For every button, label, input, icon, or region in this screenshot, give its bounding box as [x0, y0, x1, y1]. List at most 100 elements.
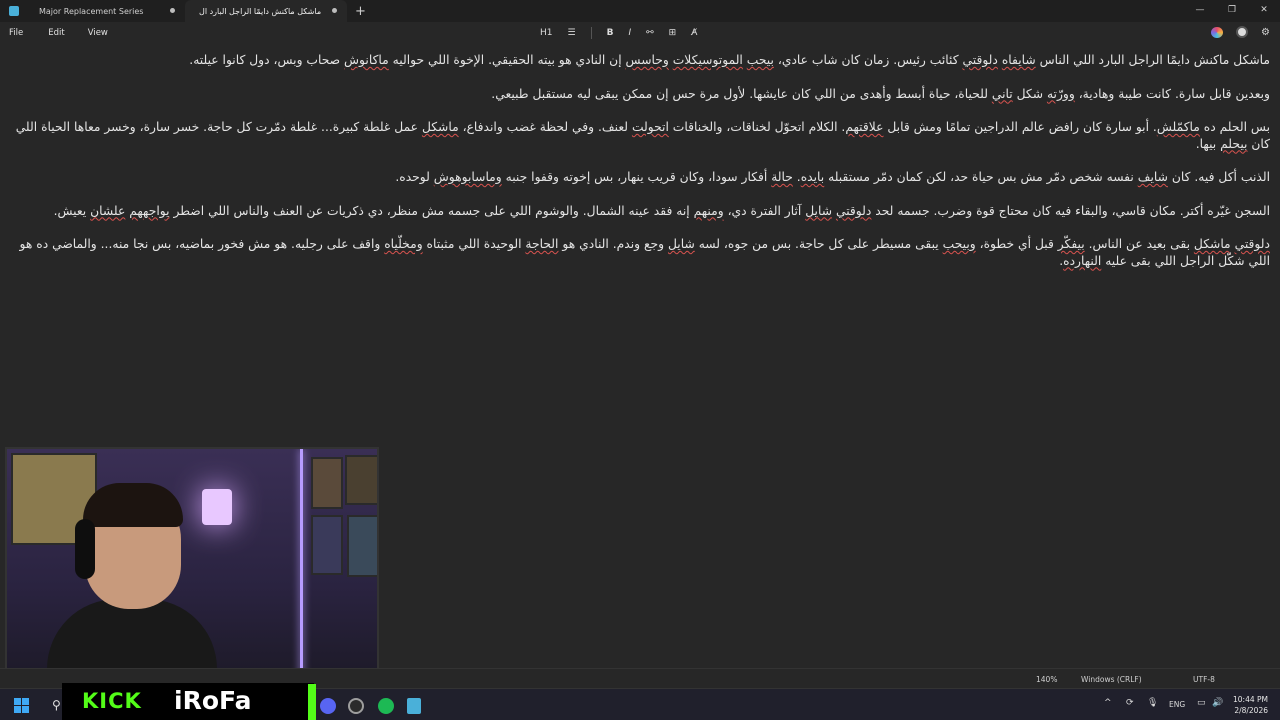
- spellcheck-flagged-word: النهارده: [1063, 253, 1102, 268]
- webcam-overlay: [5, 447, 379, 680]
- list-dropdown-icon[interactable]: ☰: [568, 28, 576, 38]
- spellcheck-flagged-word: وماسابوهوش: [433, 170, 502, 184]
- microphone-icon[interactable]: 🎙: [1147, 698, 1158, 708]
- volume-icon[interactable]: 🔊: [1212, 698, 1223, 708]
- unsaved-dot-icon[interactable]: [332, 8, 337, 13]
- title-bar: Major Replacement Series ماشكل ماكنش داي…: [0, 0, 1280, 22]
- tab-label: Major Replacement Series: [39, 6, 144, 16]
- spellcheck-flagged-word: بيفكّر: [1057, 237, 1085, 251]
- paragraph-text: صحاب وبس، دول كانوا عيلته.: [189, 53, 345, 67]
- unsaved-dot-icon[interactable]: [170, 8, 175, 13]
- show-hidden-icons[interactable]: ^: [1104, 698, 1112, 708]
- account-avatar-icon[interactable]: [1236, 26, 1249, 38]
- poster-image: [347, 515, 377, 577]
- document-paragraph[interactable]: بس الحلم ده ماكمّلش. أبو سارة كان رافض ع…: [8, 119, 1270, 152]
- spellcheck-flagged-word: علاقتهم: [845, 120, 884, 134]
- poster-image: [345, 455, 377, 505]
- system-clock[interactable]: 10:44 PM 2/8/2026: [1233, 694, 1268, 716]
- spellcheck-flagged-word: بايده: [800, 170, 825, 184]
- spellcheck-flagged-word: ماشكل: [421, 120, 459, 134]
- paragraph-text: بيها.: [1195, 136, 1221, 151]
- kick-logo: KICK: [82, 689, 142, 713]
- paragraph-text: بقى بعيد عن الناس.: [1084, 237, 1194, 251]
- paragraph-text: وبعدين قابل سارة. كانت طيبة وهادية،: [1074, 86, 1270, 101]
- bold-button[interactable]: B: [607, 28, 614, 38]
- toolbar-divider: [590, 26, 592, 39]
- search-icon[interactable]: ⚲: [52, 698, 61, 712]
- tab-major-replacement-series[interactable]: Major Replacement Series: [25, 0, 185, 22]
- right-tools: ⚙: [1211, 26, 1270, 38]
- paragraph-text: نفسه شخص دمّر مش بس حياة حد، لكن كمان دم…: [824, 170, 1138, 184]
- document-paragraph[interactable]: دلوقتي ماشكل بقى بعيد عن الناس. بيفكّر ق…: [8, 236, 1270, 269]
- zoom-level[interactable]: 140%: [1036, 675, 1057, 684]
- paragraph-text: يبقى مسيطر على كل حاجة. بس من جوه، لسه: [694, 237, 943, 251]
- spellcheck-flagged-word: تاني: [991, 86, 1013, 101]
- paragraph-text: ماشكل ماكنش دايمًا الراجل البارد اللي ال…: [1035, 53, 1270, 67]
- streamer: [47, 479, 217, 678]
- paragraph-text: شكل: [1012, 86, 1047, 101]
- document-paragraph[interactable]: السجن غيّره أكتر. مكان قاسي، والبقاء فيه…: [8, 203, 1270, 220]
- poster-image: [311, 457, 343, 509]
- streamer-hair: [83, 483, 183, 527]
- encoding[interactable]: UTF-8: [1193, 675, 1215, 684]
- paragraph-text: الوحيدة اللي مثبتاه: [422, 237, 526, 251]
- poster-image: [311, 515, 343, 575]
- spellcheck-flagged-word: ومنهم: [693, 203, 724, 218]
- paragraph-text: أفكار سودا، وكان قريب ينهار، بس إخوته وق…: [501, 170, 772, 184]
- paragraph-text: كئائب رئيس. زمان كان شاب عادي،: [773, 53, 963, 67]
- paragraph-text: إن النادي هو بيته الحقيقي. الإخوة اللي ح…: [388, 53, 626, 67]
- spellcheck-flagged-word: اتحولت: [631, 120, 669, 134]
- stream-brand-overlay: KICK iRoFa: [62, 683, 314, 720]
- close-button[interactable]: ✕: [1248, 0, 1280, 22]
- menu-view[interactable]: View: [88, 28, 108, 38]
- copilot-icon[interactable]: [1211, 26, 1224, 38]
- led-strip: [300, 449, 303, 678]
- maximize-button[interactable]: ❐: [1216, 0, 1248, 22]
- paragraph-text: لعنف. وفي لحظة غضب واندفاع،: [458, 120, 632, 134]
- menu-edit[interactable]: Edit: [48, 28, 64, 38]
- streamer-name: iRoFa: [174, 686, 252, 715]
- spellcheck-flagged-word: ومخلّياه: [384, 237, 423, 251]
- paragraph-text: للحياة، حياة أبسط وأهدى من اللي كان عايش…: [491, 86, 992, 101]
- spellcheck-flagged-word: دلوقتي: [835, 203, 872, 218]
- screen-icon[interactable]: ▭: [1197, 698, 1206, 708]
- settings-gear-icon[interactable]: ⚙: [1261, 27, 1270, 38]
- heading-dropdown[interactable]: H1: [540, 28, 553, 38]
- document-editor[interactable]: ماشكل ماكنش دايمًا الراجل البارد اللي ال…: [8, 52, 1270, 286]
- table-icon[interactable]: ⊞: [669, 28, 677, 38]
- clock-time: 10:44 PM: [1233, 695, 1268, 704]
- paragraph-text: . أبو سارة كان رافض عالم الدراجين تمامًا…: [883, 120, 1157, 134]
- new-tab-button[interactable]: +: [355, 4, 366, 19]
- tab-active-document[interactable]: ماشكل ماكنش دايمًا الراجل البارد ال: [185, 0, 347, 22]
- obs-icon[interactable]: [348, 698, 364, 714]
- spellcheck-flagged-word: يواجههم: [129, 203, 170, 218]
- italic-button[interactable]: I: [628, 28, 631, 38]
- document-paragraph[interactable]: الذنب أكل فيه. كان شايف نفسه شخص دمّر مش…: [8, 169, 1270, 186]
- spellcheck-flagged-word: بيحلم: [1220, 136, 1248, 151]
- spellcheck-flagged-word: شايف: [1137, 170, 1168, 184]
- windows-start-icon[interactable]: [14, 698, 29, 713]
- line-endings[interactable]: Windows (CRLF): [1081, 675, 1142, 684]
- paragraph-text: .: [792, 170, 801, 184]
- spellcheck-flagged-word: شايفاه: [1001, 53, 1036, 67]
- document-paragraph[interactable]: وبعدين قابل سارة. كانت طيبة وهادية، وورّ…: [8, 86, 1270, 103]
- spotify-icon[interactable]: [378, 698, 394, 714]
- spellcheck-flagged-word: دلوقتي: [1234, 237, 1270, 251]
- paragraph-text: يعيش.: [53, 203, 91, 218]
- spellcheck-flagged-word: حالة: [771, 170, 793, 184]
- spellcheck-flagged-word: وبيحب: [942, 237, 976, 251]
- spellcheck-flagged-word: ماكمّلش: [1156, 120, 1200, 134]
- document-paragraph[interactable]: ماشكل ماكنش دايمًا الراجل البارد اللي ال…: [8, 52, 1270, 69]
- clock-date: 2/8/2026: [1234, 706, 1268, 715]
- notepad-taskbar-icon[interactable]: [407, 698, 421, 714]
- language-indicator[interactable]: ENG: [1169, 700, 1185, 709]
- minimize-button[interactable]: —: [1184, 0, 1216, 22]
- menu-file[interactable]: File: [9, 28, 23, 38]
- paragraph-text: . الكلام اتحوّل لخناقات، والخناقات: [668, 120, 846, 134]
- network-sync-icon[interactable]: ⟳: [1126, 698, 1134, 708]
- link-icon[interactable]: ⚯: [646, 28, 654, 38]
- discord-icon[interactable]: [320, 698, 336, 714]
- clear-formatting-icon[interactable]: A̸: [691, 28, 697, 38]
- paragraph-text: آثار الفترة دي،: [723, 203, 806, 218]
- brand-accent-bar: [308, 684, 316, 720]
